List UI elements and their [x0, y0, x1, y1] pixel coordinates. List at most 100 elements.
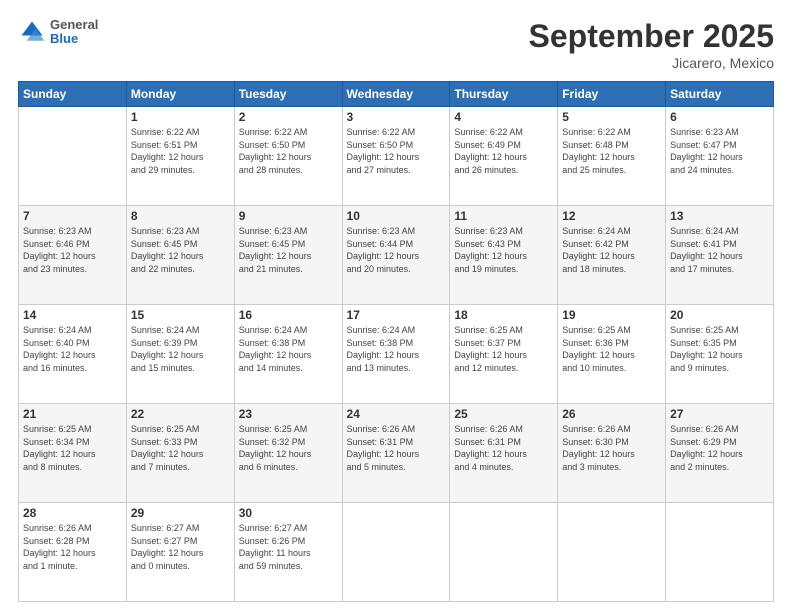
- day-info-15: Sunrise: 6:24 AM Sunset: 6:39 PM Dayligh…: [131, 324, 230, 374]
- cell-4-5: [558, 503, 666, 602]
- day-num-8: 8: [131, 209, 230, 223]
- day-info-19: Sunrise: 6:25 AM Sunset: 6:36 PM Dayligh…: [562, 324, 661, 374]
- day-info-3: Sunrise: 6:22 AM Sunset: 6:50 PM Dayligh…: [347, 126, 446, 176]
- month-title: September 2025: [529, 18, 774, 55]
- day-num-29: 29: [131, 506, 230, 520]
- day-info-17: Sunrise: 6:24 AM Sunset: 6:38 PM Dayligh…: [347, 324, 446, 374]
- cell-1-3: 10Sunrise: 6:23 AM Sunset: 6:44 PM Dayli…: [342, 206, 450, 305]
- col-sunday: Sunday: [19, 82, 127, 107]
- cell-1-1: 8Sunrise: 6:23 AM Sunset: 6:45 PM Daylig…: [126, 206, 234, 305]
- day-info-16: Sunrise: 6:24 AM Sunset: 6:38 PM Dayligh…: [239, 324, 338, 374]
- day-num-15: 15: [131, 308, 230, 322]
- day-num-21: 21: [23, 407, 122, 421]
- cell-2-6: 20Sunrise: 6:25 AM Sunset: 6:35 PM Dayli…: [666, 305, 774, 404]
- cell-0-0: [19, 107, 127, 206]
- day-num-4: 4: [454, 110, 553, 124]
- day-info-21: Sunrise: 6:25 AM Sunset: 6:34 PM Dayligh…: [23, 423, 122, 473]
- day-info-13: Sunrise: 6:24 AM Sunset: 6:41 PM Dayligh…: [670, 225, 769, 275]
- cell-2-5: 19 Sunrise: 6:25 AM Sunset: 6:36 PM Dayli…: [558, 305, 666, 404]
- day-info-6: Sunrise: 6:23 AM Sunset: 6:47 PM Dayligh…: [670, 126, 769, 176]
- day-num-20: 20: [670, 308, 769, 322]
- day-num-9: 9: [239, 209, 338, 223]
- day-num-10: 10: [347, 209, 446, 223]
- col-saturday: Saturday: [666, 82, 774, 107]
- day-info-12: Sunrise: 6:24 AM Sunset: 6:42 PM Dayligh…: [562, 225, 661, 275]
- cell-2-3: 17Sunrise: 6:24 AM Sunset: 6:38 PM Dayli…: [342, 305, 450, 404]
- day-info-2: Sunrise: 6:22 AM Sunset: 6:50 PM Dayligh…: [239, 126, 338, 176]
- week-row-0: 1 Sunrise: 6:22 AM Sunset: 6:51 PM Daylig…: [19, 107, 774, 206]
- header: General Blue September 2025 Jicarero, Me…: [18, 18, 774, 71]
- cell-4-4: [450, 503, 558, 602]
- cell-0-2: 2 Sunrise: 6:22 AM Sunset: 6:50 PM Daylig…: [234, 107, 342, 206]
- page: General Blue September 2025 Jicarero, Me…: [0, 0, 792, 612]
- calendar-table: Sunday Monday Tuesday Wednesday Thursday…: [18, 81, 774, 602]
- day-num-7: 7: [23, 209, 122, 223]
- day-num-14: 14: [23, 308, 122, 322]
- day-num-23: 23: [239, 407, 338, 421]
- cell-3-3: 24 Sunrise: 6:26 AM Sunset: 6:31 PM Dayli…: [342, 404, 450, 503]
- cell-1-5: 12Sunrise: 6:24 AM Sunset: 6:42 PM Dayli…: [558, 206, 666, 305]
- day-info-26: Sunrise: 6:26 AM Sunset: 6:30 PM Dayligh…: [562, 423, 661, 473]
- day-info-9: Sunrise: 6:23 AM Sunset: 6:45 PM Dayligh…: [239, 225, 338, 275]
- day-info-18: Sunrise: 6:25 AM Sunset: 6:37 PM Dayligh…: [454, 324, 553, 374]
- day-num-2: 2: [239, 110, 338, 124]
- cell-2-1: 15 Sunrise: 6:24 AM Sunset: 6:39 PM Dayli…: [126, 305, 234, 404]
- calendar-header-row: Sunday Monday Tuesday Wednesday Thursday…: [19, 82, 774, 107]
- cell-4-3: [342, 503, 450, 602]
- day-num-19: 19: [562, 308, 661, 322]
- title-block: September 2025 Jicarero, Mexico: [529, 18, 774, 71]
- day-info-30: Sunrise: 6:27 AM Sunset: 6:26 PM Dayligh…: [239, 522, 338, 572]
- logo-icon: [18, 18, 46, 46]
- cell-0-6: 6 Sunrise: 6:23 AM Sunset: 6:47 PM Daylig…: [666, 107, 774, 206]
- day-info-25: Sunrise: 6:26 AM Sunset: 6:31 PM Dayligh…: [454, 423, 553, 473]
- cell-0-5: 5 Sunrise: 6:22 AM Sunset: 6:48 PM Daylig…: [558, 107, 666, 206]
- cell-3-0: 21 Sunrise: 6:25 AM Sunset: 6:34 PM Dayli…: [19, 404, 127, 503]
- col-friday: Friday: [558, 82, 666, 107]
- day-num-27: 27: [670, 407, 769, 421]
- day-num-26: 26: [562, 407, 661, 421]
- day-num-6: 6: [670, 110, 769, 124]
- cell-4-0: 28Sunrise: 6:26 AM Sunset: 6:28 PM Dayli…: [19, 503, 127, 602]
- day-num-24: 24: [347, 407, 446, 421]
- cell-0-3: 3 Sunrise: 6:22 AM Sunset: 6:50 PM Daylig…: [342, 107, 450, 206]
- day-num-18: 18: [454, 308, 553, 322]
- cell-4-2: 30Sunrise: 6:27 AM Sunset: 6:26 PM Dayli…: [234, 503, 342, 602]
- cell-3-5: 26 Sunrise: 6:26 AM Sunset: 6:30 PM Dayli…: [558, 404, 666, 503]
- day-info-5: Sunrise: 6:22 AM Sunset: 6:48 PM Dayligh…: [562, 126, 661, 176]
- day-info-27: Sunrise: 6:26 AM Sunset: 6:29 PM Dayligh…: [670, 423, 769, 473]
- cell-0-1: 1 Sunrise: 6:22 AM Sunset: 6:51 PM Daylig…: [126, 107, 234, 206]
- logo-blue: Blue: [50, 32, 98, 46]
- day-num-25: 25: [454, 407, 553, 421]
- week-row-4: 28Sunrise: 6:26 AM Sunset: 6:28 PM Dayli…: [19, 503, 774, 602]
- cell-3-6: 27 Sunrise: 6:26 AM Sunset: 6:29 PM Dayli…: [666, 404, 774, 503]
- cell-2-0: 14 Sunrise: 6:24 AM Sunset: 6:40 PM Dayli…: [19, 305, 127, 404]
- day-info-1: Sunrise: 6:22 AM Sunset: 6:51 PM Dayligh…: [131, 126, 230, 176]
- day-info-14: Sunrise: 6:24 AM Sunset: 6:40 PM Dayligh…: [23, 324, 122, 374]
- cell-3-4: 25 Sunrise: 6:26 AM Sunset: 6:31 PM Dayli…: [450, 404, 558, 503]
- day-info-22: Sunrise: 6:25 AM Sunset: 6:33 PM Dayligh…: [131, 423, 230, 473]
- col-wednesday: Wednesday: [342, 82, 450, 107]
- week-row-1: 7Sunrise: 6:23 AM Sunset: 6:46 PM Daylig…: [19, 206, 774, 305]
- day-num-3: 3: [347, 110, 446, 124]
- cell-1-4: 11 Sunrise: 6:23 AM Sunset: 6:43 PM Dayli…: [450, 206, 558, 305]
- cell-1-6: 13Sunrise: 6:24 AM Sunset: 6:41 PM Dayli…: [666, 206, 774, 305]
- col-monday: Monday: [126, 82, 234, 107]
- day-info-11: Sunrise: 6:23 AM Sunset: 6:43 PM Dayligh…: [454, 225, 553, 275]
- cell-1-0: 7Sunrise: 6:23 AM Sunset: 6:46 PM Daylig…: [19, 206, 127, 305]
- logo-general: General: [50, 18, 98, 32]
- cell-2-4: 18 Sunrise: 6:25 AM Sunset: 6:37 PM Dayli…: [450, 305, 558, 404]
- cell-4-6: [666, 503, 774, 602]
- day-num-16: 16: [239, 308, 338, 322]
- day-info-24: Sunrise: 6:26 AM Sunset: 6:31 PM Dayligh…: [347, 423, 446, 473]
- day-info-4: Sunrise: 6:22 AM Sunset: 6:49 PM Dayligh…: [454, 126, 553, 176]
- day-num-22: 22: [131, 407, 230, 421]
- cell-3-1: 22 Sunrise: 6:25 AM Sunset: 6:33 PM Dayli…: [126, 404, 234, 503]
- week-row-3: 21 Sunrise: 6:25 AM Sunset: 6:34 PM Dayli…: [19, 404, 774, 503]
- day-num-5: 5: [562, 110, 661, 124]
- logo-text: General Blue: [50, 18, 98, 47]
- day-num-1: 1: [131, 110, 230, 124]
- day-num-11: 11: [454, 209, 553, 223]
- day-num-28: 28: [23, 506, 122, 520]
- col-tuesday: Tuesday: [234, 82, 342, 107]
- col-thursday: Thursday: [450, 82, 558, 107]
